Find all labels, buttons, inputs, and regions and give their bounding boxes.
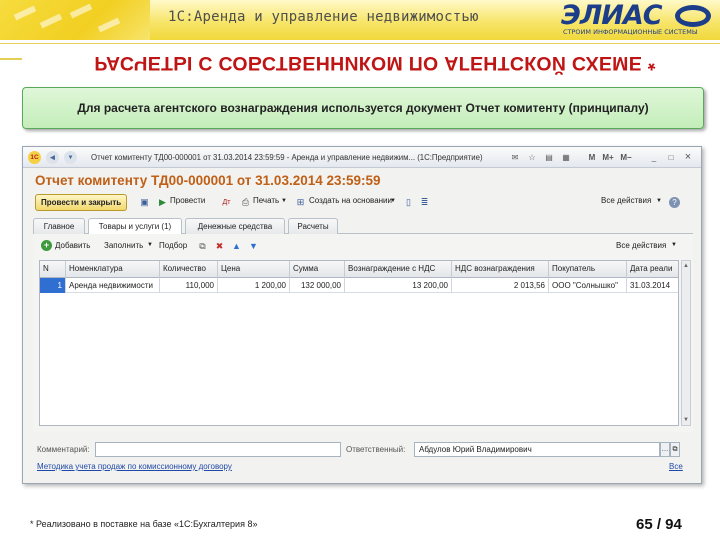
scroll-down-icon[interactable]: ▼ [682, 416, 690, 424]
print-icon[interactable]: ⎙ [240, 197, 251, 208]
table-all-actions-dropdown-icon[interactable]: ▼ [671, 242, 677, 248]
column-header-fee-vat-amount[interactable]: НДС вознаграждения [452, 261, 549, 278]
document-tabs: Главное Товары и услуги (1) Денежные сре… [33, 217, 693, 235]
move-up-icon[interactable]: ▲ [231, 241, 242, 252]
column-header-sale-date[interactable]: Дата реали [627, 261, 678, 278]
column-header-amount[interactable]: Сумма [290, 261, 345, 278]
minimize-button[interactable]: _ [648, 151, 660, 164]
add-button[interactable]: Добавить [55, 241, 90, 250]
comment-label: Комментарий: [37, 445, 90, 454]
logo-wordmark: ЭЛИАС [561, 0, 663, 31]
cell-amount[interactable]: 132 000,00 [290, 278, 345, 293]
report-icon[interactable]: ≣ [419, 197, 430, 208]
responsible-label: Ответственный: [346, 445, 406, 454]
memory-button[interactable]: M [586, 151, 598, 164]
move-down-icon[interactable]: ▼ [248, 241, 259, 252]
goods-services-panel: + Добавить Заполнить ▼ Подбор ⧉ ✖ ▲ ▼ Вс… [33, 234, 693, 432]
header-divider [0, 43, 720, 44]
responsible-select-button[interactable]: … [660, 442, 670, 457]
cell-fee-vat[interactable]: 13 200,00 [345, 278, 452, 293]
post-button[interactable]: Провести [170, 196, 205, 205]
document-icon[interactable]: ▯ [403, 197, 414, 208]
document-heading: Отчет комитенту ТД00-000001 от 31.03.201… [35, 173, 381, 188]
cell-fee-vat-amount[interactable]: 2 013,56 [452, 278, 549, 293]
table-scrollbar[interactable]: ▲ ▼ [681, 260, 691, 426]
method-link[interactable]: Методика учета продаж по комиссионному д… [37, 462, 232, 471]
cell-quantity[interactable]: 110,000 [160, 278, 218, 293]
tab-settlements[interactable]: Расчеты [288, 218, 338, 234]
tab-goods-services[interactable]: Товары и услуги (1) [88, 218, 182, 235]
back-icon[interactable]: ◂ [46, 151, 59, 164]
close-button[interactable]: × [682, 151, 694, 164]
history-icon[interactable]: ▤ [543, 151, 555, 164]
responsible-field[interactable]: Абдулов Юрий Владимирович [414, 442, 660, 457]
column-header-n[interactable]: N [40, 261, 66, 278]
dt-kt-icon[interactable]: Дт [221, 197, 232, 208]
column-header-item[interactable]: Номенклатура [66, 261, 160, 278]
column-header-price[interactable]: Цена [218, 261, 290, 278]
table-all-actions-button[interactable]: Все действия [616, 241, 666, 250]
info-box: Для расчета агентского вознаграждения ис… [22, 87, 704, 129]
cell-sale-date[interactable]: 31.03.2014 [627, 278, 678, 293]
page-number: 65 / 94 [636, 516, 682, 533]
all-actions-button[interactable]: Все действия [601, 196, 651, 205]
logo-tagline: СТРОИМ ИНФОРМАЦИОННЫЕ СИСТЕМЫ [563, 28, 698, 36]
create-based-on-button[interactable]: Создать на основании [309, 196, 392, 205]
post-icon[interactable]: ▶ [157, 197, 168, 208]
pick-button[interactable]: Подбор [159, 241, 187, 250]
add-icon[interactable]: + [41, 240, 52, 251]
print-dropdown-icon[interactable]: ▼ [281, 198, 287, 204]
memory-minus-button[interactable]: M− [619, 151, 633, 164]
info-text: Для расчета агентского вознаграждения ис… [77, 101, 649, 115]
links-row: Методика учета продаж по комиссионному д… [33, 462, 693, 478]
cell-item[interactable]: Аренда недвижимости [66, 278, 160, 293]
logo-swoosh-icon [675, 5, 711, 27]
comment-row: Комментарий: Ответственный: Абдулов Юрий… [33, 442, 693, 458]
cell-n[interactable]: 1 [40, 278, 66, 293]
document-window: 1С ◂ ▾ Отчет комитенту ТД00-000001 от 31… [22, 146, 702, 484]
1c-logo-icon[interactable]: 1С [28, 151, 41, 164]
cell-buyer[interactable]: ООО "Солнышко" [549, 278, 627, 293]
column-header-quantity[interactable]: Количество [160, 261, 218, 278]
column-header-fee-vat[interactable]: Вознаграждение с НДС [345, 261, 452, 278]
comment-field[interactable] [95, 442, 341, 457]
command-bar: Провести и закрыть ▣ ▶ Провести Дт ⎙ Печ… [33, 194, 693, 212]
delete-row-icon[interactable]: ✖ [214, 241, 225, 252]
post-and-close-button[interactable]: Провести и закрыть [35, 194, 128, 211]
elias-logo: ЭЛИАС СТРОИМ ИНФОРМАЦИОННЫЕ СИСТЕМЫ [557, 0, 715, 38]
decorative-corner-image [0, 0, 150, 40]
fill-dropdown-icon[interactable]: ▼ [147, 242, 153, 248]
tab-cash[interactable]: Денежные средства [185, 218, 285, 234]
star-icon[interactable]: ☆ [526, 151, 538, 164]
column-header-buyer[interactable]: Покупатель [549, 261, 627, 278]
fill-button[interactable]: Заполнить [104, 241, 143, 250]
memory-plus-button[interactable]: M+ [601, 151, 615, 164]
scroll-up-icon[interactable]: ▲ [682, 262, 690, 270]
all-actions-dropdown-icon[interactable]: ▼ [656, 198, 662, 204]
slide-title: РАСЧЕТЫ С СОБСТВЕННИКОМ ПО АГЕНТСКОЙ СХЕ… [94, 52, 656, 74]
print-button[interactable]: Печать [253, 196, 279, 205]
table-toolbar: + Добавить Заполнить ▼ Подбор ⧉ ✖ ▲ ▼ Вс… [33, 239, 693, 255]
calculator-icon[interactable]: ▦ [560, 151, 572, 164]
responsible-open-icon[interactable]: ⧉ [670, 442, 680, 457]
tab-main[interactable]: Главное [33, 218, 85, 234]
dropdown-icon[interactable]: ▾ [64, 151, 77, 164]
all-link[interactable]: Все [669, 462, 683, 471]
restore-button[interactable]: □ [665, 151, 677, 164]
save-icon[interactable]: ▣ [139, 197, 150, 208]
table-header: N Номенклатура Количество Цена Сумма Воз… [40, 261, 678, 278]
create-based-icon[interactable]: ⊞ [295, 197, 306, 208]
create-based-dropdown-icon[interactable]: ▼ [390, 198, 396, 204]
copy-row-icon[interactable]: ⧉ [197, 241, 208, 252]
table-row[interactable]: 1 Аренда недвижимости 110,000 1 200,00 1… [40, 278, 678, 293]
help-icon[interactable]: ? [669, 197, 680, 208]
title-divider-left [0, 58, 22, 60]
footnote: * Реализовано в поставке на базе «1С:Бух… [30, 519, 258, 529]
link-icon[interactable]: ✉ [509, 151, 521, 164]
window-title: Отчет комитенту ТД00-000001 от 31.03.201… [91, 153, 483, 162]
window-titlebar: 1С ◂ ▾ Отчет комитенту ТД00-000001 от 31… [23, 147, 701, 168]
cell-price[interactable]: 1 200,00 [218, 278, 290, 293]
app-heading: 1С:Аренда и управление недвижимостью [168, 9, 479, 25]
goods-table: N Номенклатура Количество Цена Сумма Воз… [39, 260, 679, 426]
